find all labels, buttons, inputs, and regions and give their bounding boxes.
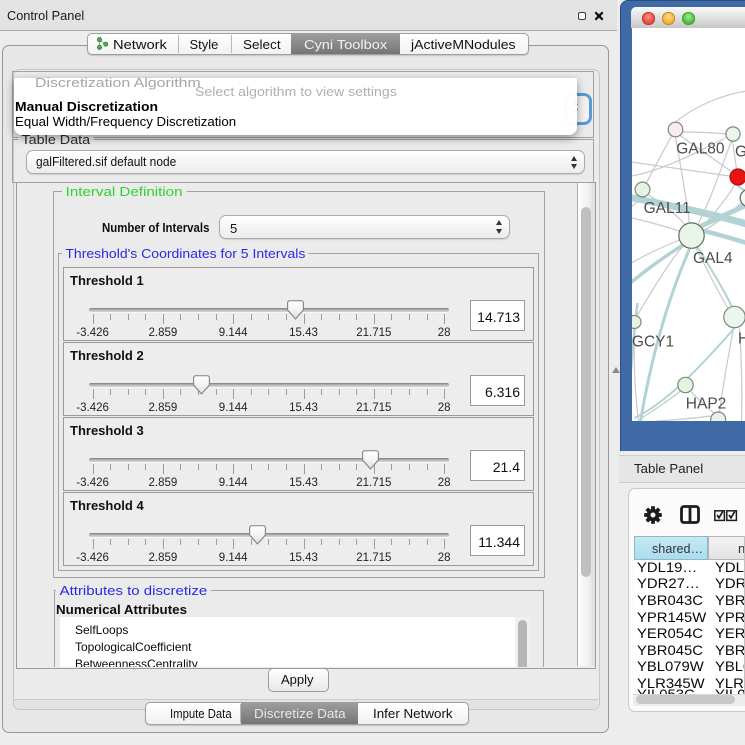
svg-text:HAP2: HAP2 <box>685 396 726 413</box>
svg-text:GAL80: GAL80 <box>676 141 725 158</box>
svg-text:H: H <box>738 331 745 348</box>
svg-text:GCY1: GCY1 <box>632 334 674 351</box>
svg-text:GAL11: GAL11 <box>643 200 690 217</box>
svg-text:GAL4: GAL4 <box>693 250 733 267</box>
svg-text:GA: GA <box>735 144 745 161</box>
